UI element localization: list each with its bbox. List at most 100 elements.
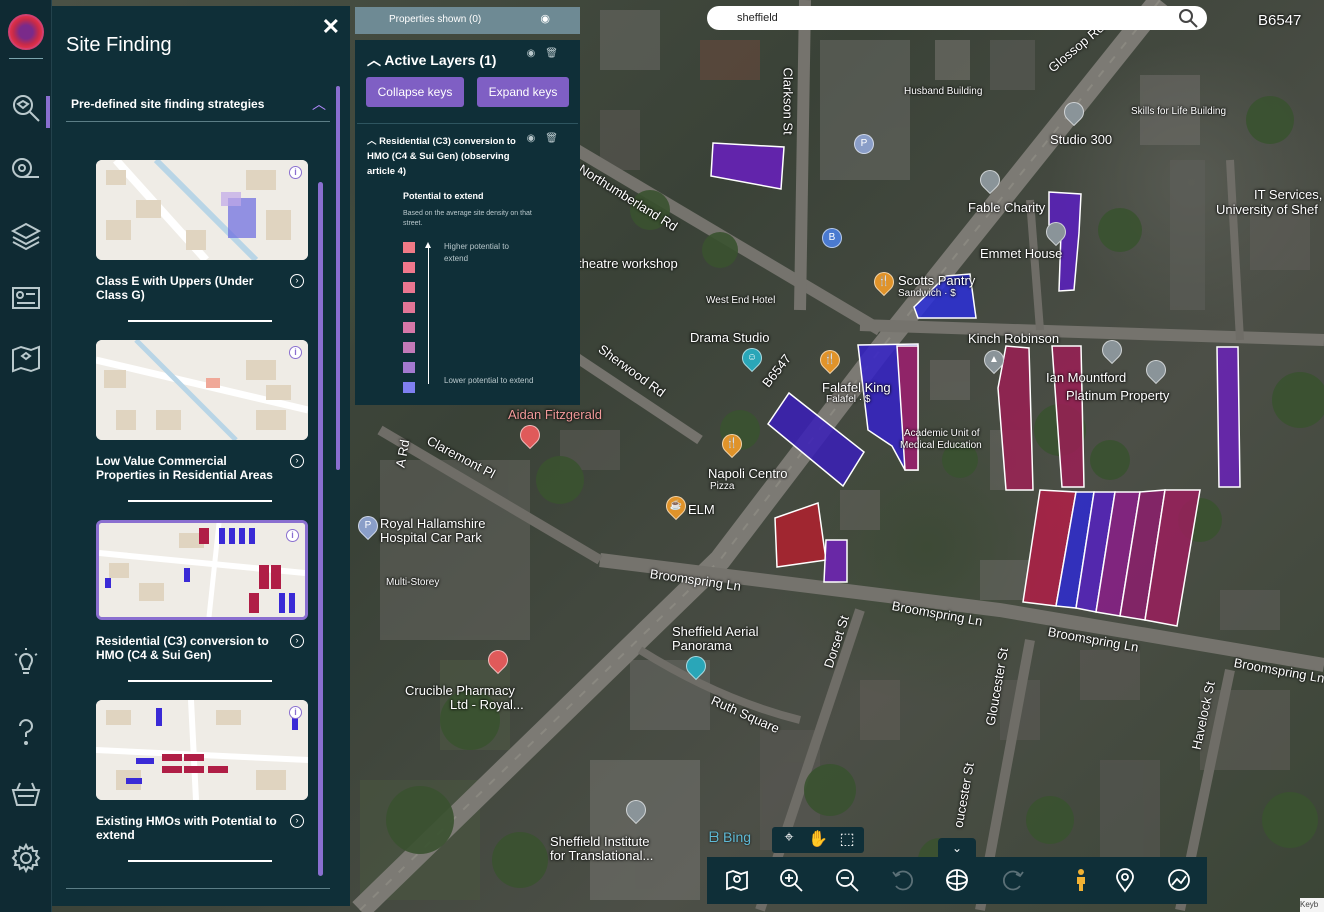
map-label: Falafel King	[822, 380, 891, 395]
basket-icon[interactable]	[8, 776, 44, 812]
map-label: Panorama	[672, 638, 732, 653]
bing-logo-icon: ᗷ	[709, 829, 720, 845]
chevron-right-icon[interactable]: ›	[290, 274, 304, 288]
map-label: Academic Unit of	[904, 428, 980, 439]
map-label: Ltd - Royal...	[450, 697, 524, 712]
map-label: Napoli Centro	[708, 466, 788, 481]
map-label: Kinch Robinson	[968, 331, 1060, 346]
toolbar-toggle[interactable]: ⌄	[938, 838, 976, 858]
strategy-card[interactable]: i Low Value Commercial Properties in Res…	[96, 340, 308, 502]
map-view-icon[interactable]	[723, 867, 751, 895]
location-pin-icon[interactable]	[1111, 867, 1139, 895]
eye-icon[interactable]: ◉	[527, 48, 546, 59]
divider	[128, 860, 272, 862]
legend-arrow	[425, 242, 431, 384]
legend-high-label: Higher potential to extend	[444, 242, 509, 263]
app-logo[interactable]	[8, 14, 44, 50]
legend-swatch	[403, 282, 415, 293]
chevron-up-icon[interactable]: ︿	[367, 136, 379, 147]
bing-attribution: ᗷ Bing	[709, 829, 751, 846]
map-label: Sheffield Aerial	[672, 624, 759, 639]
road-label: Clarkson St	[780, 67, 796, 135]
layer-name-text: Residential (C3) conversion to HMO (C4 &…	[367, 136, 516, 177]
strategy-card[interactable]: i Existing HMOs with Potential to extend…	[96, 700, 308, 862]
expand-keys-button[interactable]: Expand keys	[477, 77, 569, 107]
search-icon[interactable]	[1177, 8, 1199, 28]
info-icon[interactable]: i	[286, 529, 299, 542]
trash-icon[interactable]: 🗑	[545, 133, 568, 144]
map-style-icon[interactable]	[1165, 867, 1193, 895]
measure-icon[interactable]	[8, 152, 44, 188]
panel-scrollbar[interactable]	[336, 86, 340, 470]
legend-low-label: Lower potential to extend	[444, 376, 534, 385]
map-label: Aidan Fitzgerald	[508, 407, 602, 422]
info-icon[interactable]: i	[289, 346, 302, 359]
panel-title: Site Finding	[66, 34, 172, 56]
icon-rail	[0, 0, 52, 912]
info-icon[interactable]: i	[289, 706, 302, 719]
legend-swatch	[403, 302, 415, 313]
properties-shown-bar[interactable]: Properties shown (0) ◉	[355, 7, 580, 34]
3d-globe-icon[interactable]	[943, 867, 971, 895]
bus-stop-marker[interactable]: B	[822, 228, 842, 248]
legend-swatch	[403, 362, 415, 373]
keyboard-shortcuts-label[interactable]: Keyb	[1300, 898, 1324, 912]
layers-icon[interactable]	[8, 218, 44, 254]
locate-icon[interactable]: ⌖	[776, 829, 802, 847]
properties-shown-label: Properties shown (0)	[389, 14, 482, 25]
section-label: Pre-defined site finding strategies	[71, 97, 265, 111]
strategy-title: Low Value Commercial Properties in Resid…	[96, 454, 273, 482]
collapse-keys-button[interactable]: Collapse keys	[366, 77, 464, 107]
help-icon[interactable]	[8, 714, 44, 750]
lightbulb-icon[interactable]	[8, 644, 44, 680]
chevron-up-icon[interactable]: ︿	[367, 52, 381, 68]
eye-icon[interactable]: ◉	[527, 133, 546, 144]
chevron-right-icon[interactable]: ›	[290, 814, 304, 828]
strategy-card-selected[interactable]: i Residential (C3) conversion to HMO (C4…	[96, 520, 308, 682]
active-layers-label: Active Layers (1)	[384, 52, 497, 68]
chevron-up-icon[interactable]: ︿	[312, 94, 326, 114]
map-label: Platinum Property	[1066, 388, 1170, 403]
select-area-icon[interactable]: ⬚	[834, 829, 860, 849]
legend-title: Potential to extend	[403, 191, 484, 201]
strategy-thumbnail[interactable]: i	[96, 160, 308, 260]
pan-hand-icon[interactable]: ✋	[805, 829, 831, 849]
street-view-person-icon[interactable]	[1067, 867, 1095, 895]
eye-icon[interactable]: ◉	[540, 12, 550, 25]
legend-swatch	[403, 322, 415, 333]
zoom-out-icon[interactable]	[833, 867, 861, 895]
legend-swatch	[403, 262, 415, 273]
divider	[128, 320, 272, 322]
rotate-left-icon[interactable]	[889, 867, 917, 895]
active-indicator	[46, 96, 50, 128]
info-icon[interactable]: i	[289, 166, 302, 179]
legend-description: Based on the average site density on tha…	[403, 210, 532, 227]
rotate-right-icon[interactable]	[999, 867, 1027, 895]
chevron-right-icon[interactable]: ›	[290, 454, 304, 468]
map-label: theatre workshop	[578, 256, 678, 271]
dashboard-icon[interactable]	[8, 280, 44, 316]
strategies-section-header[interactable]: Pre-defined site finding strategies ︿	[66, 88, 330, 122]
trash-icon[interactable]: 🗑	[545, 48, 568, 59]
attribution-text: Bing	[723, 829, 752, 845]
legend-swatch	[403, 342, 415, 353]
list-scrollbar[interactable]	[318, 182, 323, 876]
close-button[interactable]: ✕	[322, 14, 340, 40]
thumbnail-map	[96, 700, 308, 800]
divider	[66, 888, 330, 889]
strategy-thumbnail[interactable]: i	[96, 340, 308, 440]
zoom-in-icon[interactable]	[777, 867, 805, 895]
strategy-title: Residential (C3) conversion to HMO (C4 &…	[96, 634, 269, 662]
strategy-card[interactable]: i Class E with Uppers (Under Class G) ›	[96, 160, 308, 322]
layer-name[interactable]: ︿ Residential (C3) conversion to HMO (C4…	[367, 134, 527, 179]
map-box-icon[interactable]	[8, 340, 44, 376]
parking-marker[interactable]: P	[854, 134, 874, 154]
active-layers-header[interactable]: ︿ Active Layers (1)	[367, 50, 496, 70]
strategy-thumbnail[interactable]: i	[96, 520, 308, 620]
chevron-right-icon[interactable]: ›	[290, 634, 304, 648]
map-label: Medical Education	[900, 440, 982, 451]
search-input[interactable]	[737, 9, 1157, 27]
site-finding-icon[interactable]	[8, 90, 44, 126]
settings-gear-icon[interactable]	[8, 840, 44, 876]
strategy-thumbnail[interactable]: i	[96, 700, 308, 800]
